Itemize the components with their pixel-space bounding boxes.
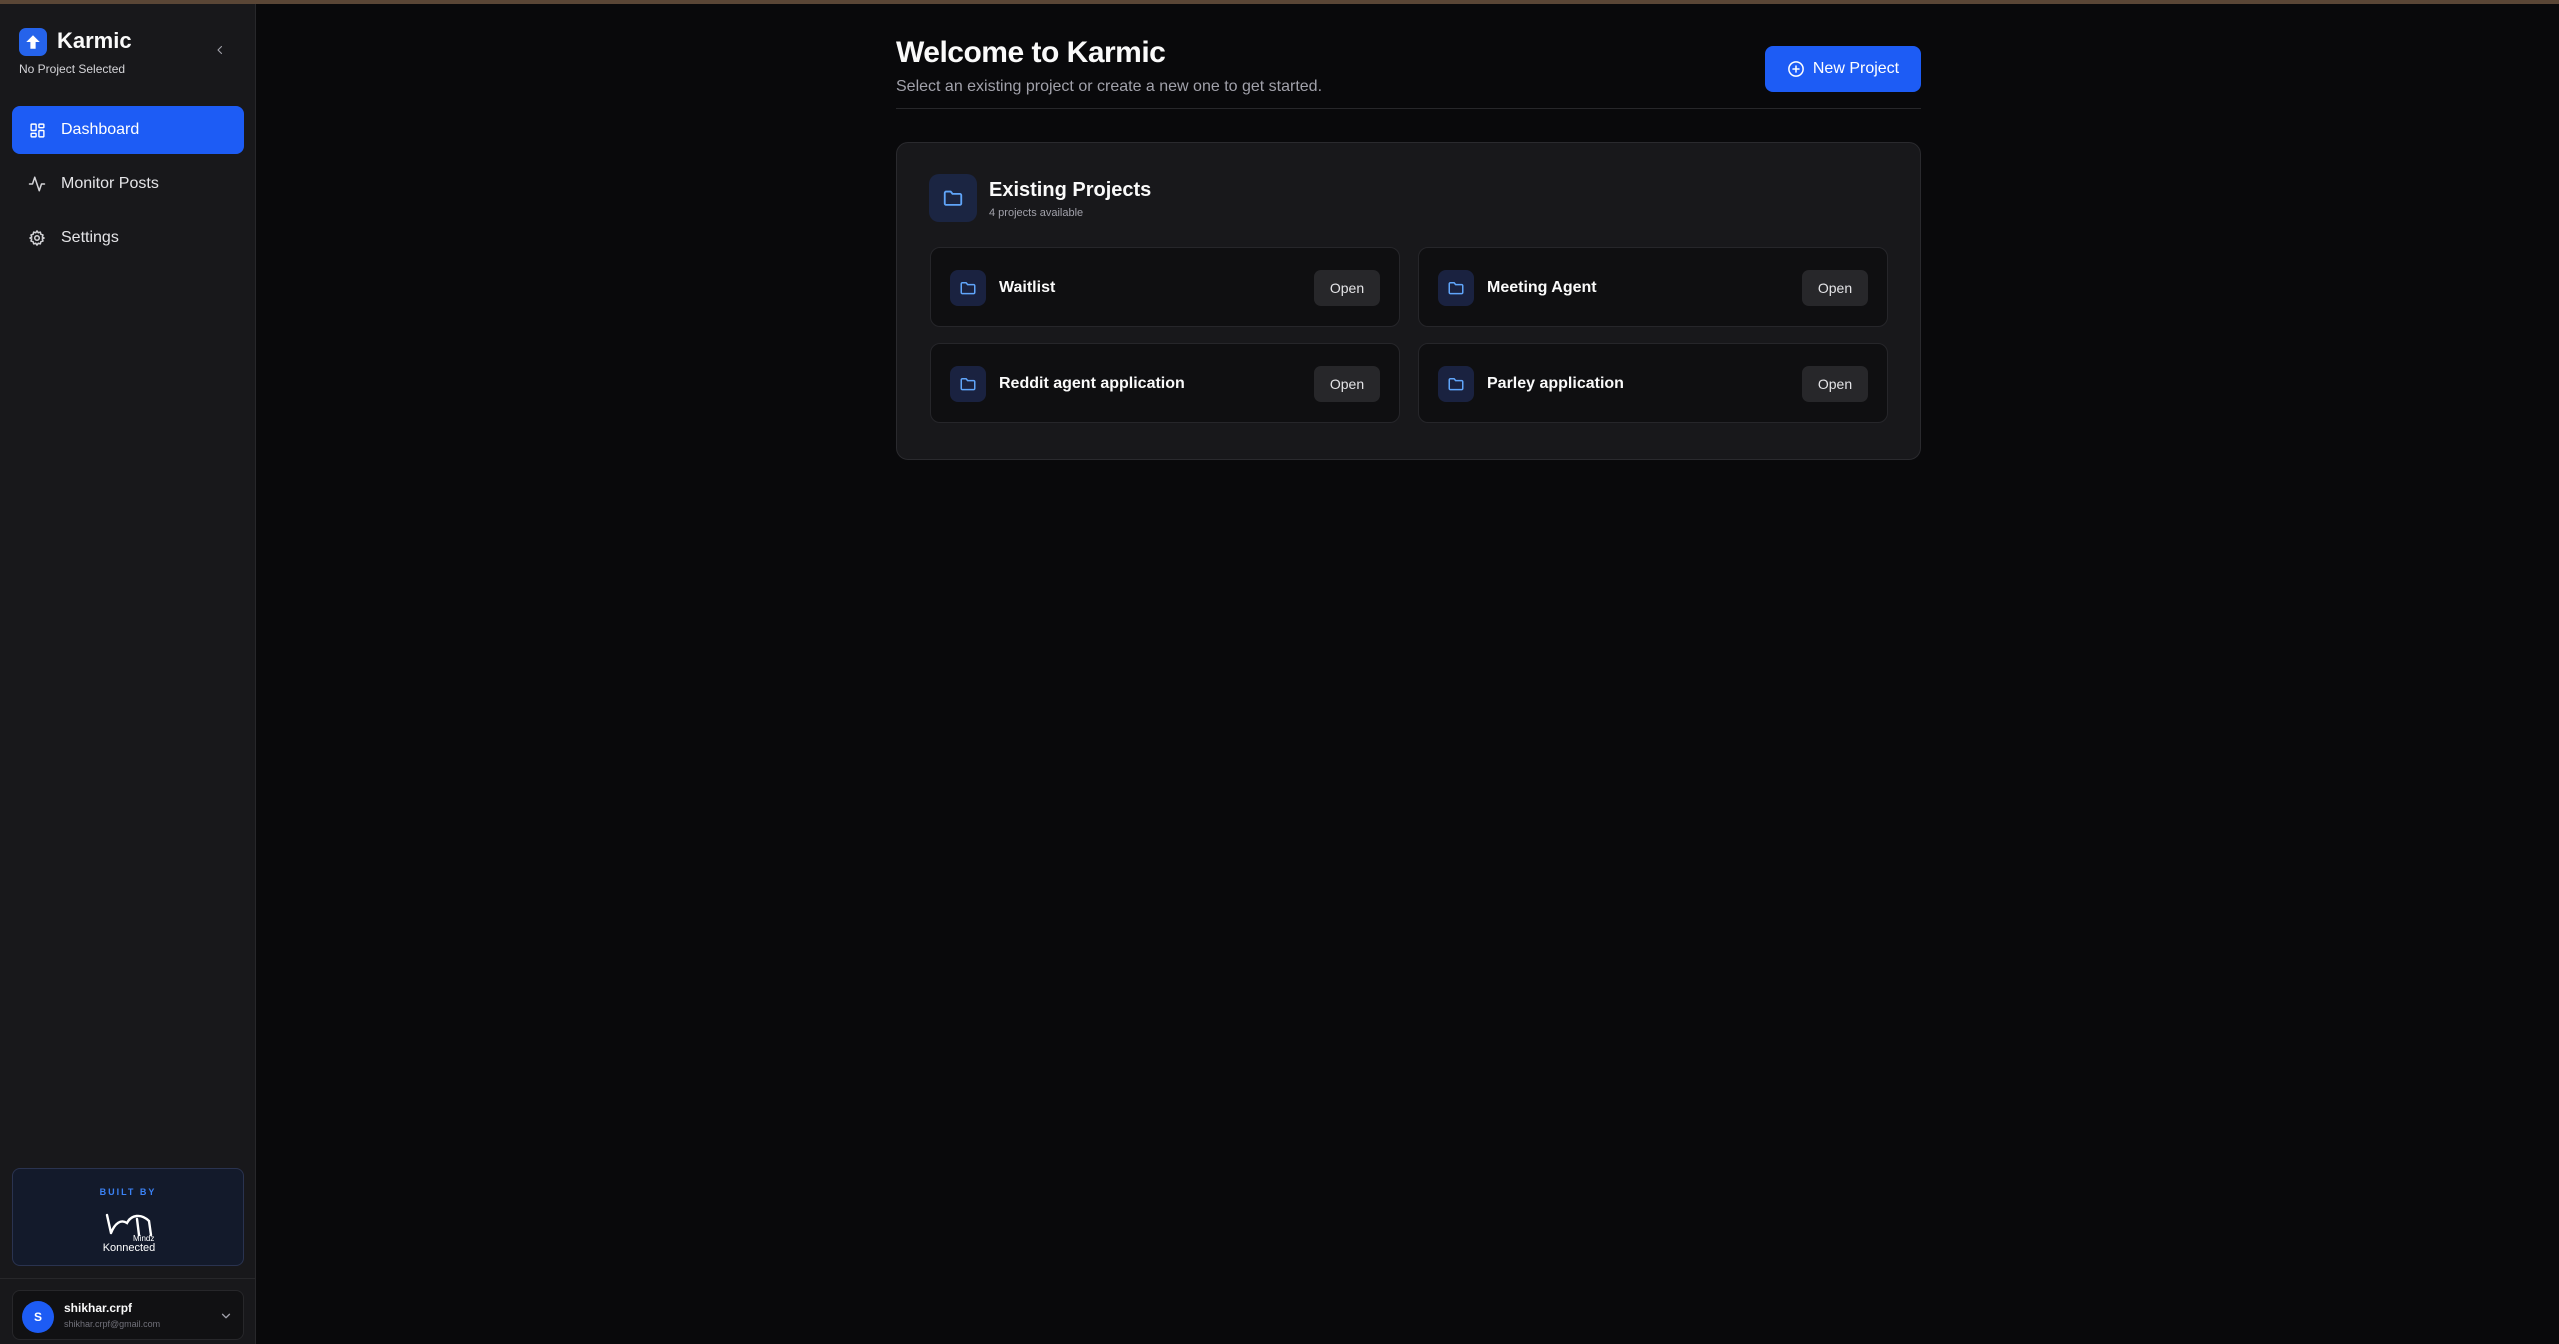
brand[interactable]: Karmic No Project Selected — [19, 26, 132, 76]
main-content: Welcome to Karmic Select an existing pro… — [257, 4, 2559, 1344]
project-name: Waitlist — [999, 279, 1056, 296]
activity-icon — [27, 174, 47, 194]
sidebar-item-settings[interactable]: Settings — [12, 214, 244, 262]
open-project-button[interactable]: Open — [1314, 270, 1380, 306]
karmic-logo-icon — [19, 28, 47, 56]
sidebar: Karmic No Project Selected Dashboard Mon… — [0, 4, 256, 1344]
new-project-button[interactable]: New Project — [1765, 46, 1921, 92]
built-by-label: BUILT BY — [99, 1187, 157, 1197]
project-card-waitlist[interactable]: Waitlist Open — [930, 247, 1400, 327]
mindz-konnected-logo: Mindz Konnected — [103, 1213, 156, 1254]
open-project-button[interactable]: Open — [1802, 270, 1868, 306]
sidebar-divider — [0, 1278, 256, 1279]
project-name: Reddit agent application — [999, 375, 1185, 392]
dashboard-icon — [27, 120, 47, 140]
user-name: shikhar.crpf — [64, 1301, 133, 1315]
sidebar-item-label: Monitor Posts — [61, 175, 159, 192]
page-title: Welcome to Karmic — [896, 36, 1166, 69]
folder-icon — [1438, 270, 1474, 306]
existing-projects-panel: Existing Projects 4 projects available W… — [896, 142, 1921, 460]
folder-icon — [950, 270, 986, 306]
plus-circle-icon — [1787, 60, 1805, 78]
folder-icon — [950, 366, 986, 402]
sidebar-item-label: Settings — [61, 229, 119, 246]
project-card-parley-application[interactable]: Parley application Open — [1418, 343, 1888, 423]
sidebar-item-monitor-posts[interactable]: Monitor Posts — [12, 160, 244, 208]
app-name: Karmic — [57, 28, 132, 53]
new-project-label: New Project — [1812, 60, 1900, 77]
chevron-down-icon — [221, 1313, 231, 1319]
folder-icon — [1438, 366, 1474, 402]
project-status: No Project Selected — [19, 62, 126, 76]
sidebar-item-dashboard[interactable]: Dashboard — [12, 106, 244, 154]
gear-icon — [27, 228, 47, 248]
svg-text:Konnected: Konnected — [103, 1242, 156, 1254]
collapse-sidebar-chevron-left-icon[interactable] — [212, 42, 228, 58]
open-project-button[interactable]: Open — [1314, 366, 1380, 402]
panel-title: Existing Projects — [989, 179, 1152, 201]
project-card-reddit-agent-application[interactable]: Reddit agent application Open — [930, 343, 1400, 423]
projects-count: 4 projects available — [989, 207, 1084, 219]
avatar: S — [22, 1301, 54, 1333]
project-card-meeting-agent[interactable]: Meeting Agent Open — [1418, 247, 1888, 327]
folder-icon — [929, 174, 977, 222]
project-name: Meeting Agent — [1487, 279, 1597, 296]
built-by-card[interactable]: BUILT BY Mindz Konnected — [12, 1168, 244, 1266]
page-subtitle: Select an existing project or create a n… — [896, 78, 1323, 95]
project-name: Parley application — [1487, 375, 1624, 392]
sidebar-nav: Dashboard Monitor Posts Settings — [12, 106, 244, 268]
user-email: shikhar.crpf@gmail.com — [64, 1319, 161, 1329]
open-project-button[interactable]: Open — [1802, 366, 1868, 402]
header-divider — [896, 108, 1921, 109]
user-menu[interactable]: S shikhar.crpf shikhar.crpf@gmail.com — [12, 1290, 244, 1340]
sidebar-item-label: Dashboard — [61, 121, 140, 138]
